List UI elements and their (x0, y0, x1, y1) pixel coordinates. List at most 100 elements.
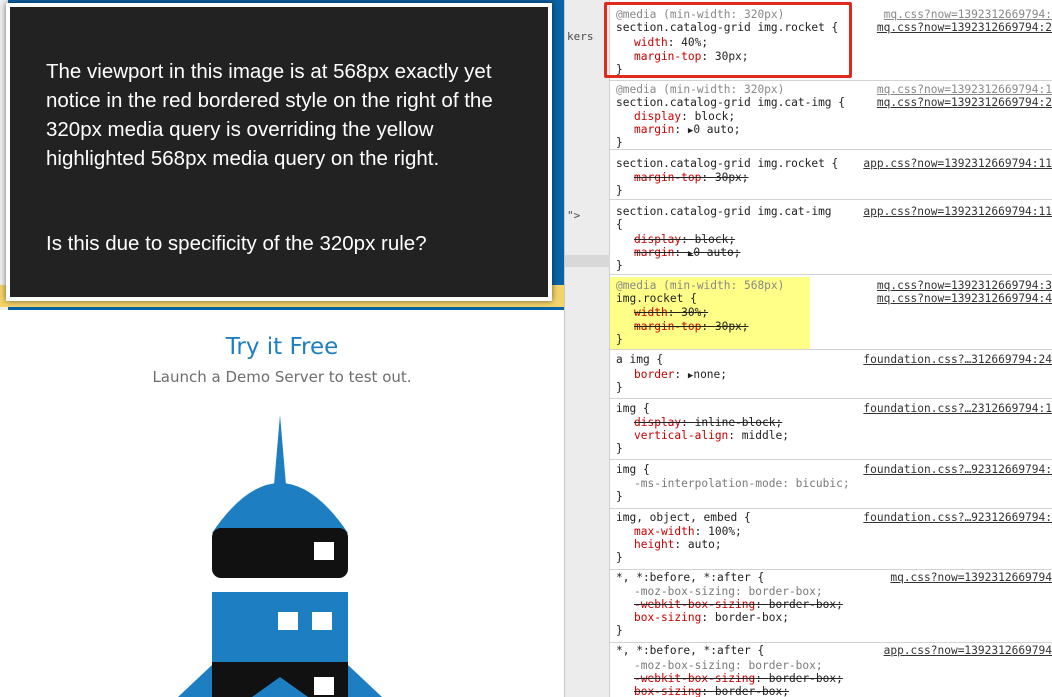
rule-selector[interactable]: section.catalog-grid img.cat-img (616, 205, 832, 218)
rule-source-link[interactable]: mq.css?now=1392312669794 (890, 571, 1052, 584)
property-name[interactable]: border (634, 368, 674, 381)
property-value[interactable]: auto; (688, 538, 722, 551)
css-rule-img: img { foundation.css?…2312669794:1 displ… (610, 399, 1052, 460)
property-name[interactable]: box-sizing (634, 611, 701, 624)
property-value[interactable]: 0 auto; (693, 123, 740, 136)
rule-source-link[interactable]: mq.css?now=1392312669794: (884, 8, 1052, 21)
rule-source-link[interactable]: foundation.css?…312669794:24 (863, 353, 1052, 366)
declaration-overridden[interactable]: -webkit-box-sizing: border-box; (634, 672, 843, 685)
property-value[interactable]: 30px; (715, 320, 749, 333)
rule-selector[interactable]: img { (616, 463, 650, 476)
media-query: @media (min-width: 320px) (616, 83, 785, 96)
property-name[interactable]: width (634, 306, 668, 319)
rocket-antenna (274, 415, 286, 485)
annotation-callout: The viewport in this image is at 568px e… (6, 3, 552, 301)
declaration[interactable]: display: block; (634, 110, 735, 123)
property-value[interactable]: inline-block; (695, 416, 783, 429)
property-name[interactable]: -webkit-box-sizing (634, 598, 755, 611)
rule-source-link[interactable]: mq.css?now=1392312669794:1 (877, 83, 1052, 96)
rocket-window (314, 542, 334, 560)
property-name[interactable]: -ms-interpolation-mode (634, 477, 782, 490)
property-name[interactable]: max-width (634, 525, 695, 538)
rule-source-link[interactable]: foundation.css?…92312669794: (863, 511, 1052, 524)
declaration[interactable]: vertical-align: middle; (634, 429, 789, 442)
property-name[interactable]: margin (634, 246, 674, 259)
css-rule-app-rocket: section.catalog-grid img.rocket { app.cs… (610, 150, 1052, 200)
rule-selector[interactable]: a img { (616, 353, 663, 366)
page-viewport: Try it Free Launch a Demo Server to test… (0, 0, 564, 697)
declaration-overridden[interactable]: margin-top: 30px; (634, 320, 749, 333)
rule-selector[interactable]: *, *:before, *:after { (616, 571, 764, 584)
rule-source-link[interactable]: foundation.css?…92312669794: (863, 463, 1052, 476)
property-value[interactable]: 100%; (708, 525, 742, 538)
declaration-overridden[interactable]: box-sizing: border-box; (634, 685, 789, 697)
pane-resize-handle[interactable] (565, 255, 611, 267)
declaration-unsupported[interactable]: -moz-box-sizing: border-box; (634, 659, 823, 672)
property-value[interactable]: middle; (742, 429, 789, 442)
property-value[interactable]: 0 auto; (693, 246, 740, 259)
property-value[interactable]: none; (693, 368, 727, 381)
red-annotation-box (604, 2, 852, 78)
property-name[interactable]: margin-top (634, 320, 701, 333)
rule-close: } (616, 490, 623, 503)
property-name[interactable]: display (634, 416, 681, 429)
property-name[interactable]: vertical-align (634, 429, 728, 442)
rule-source-link[interactable]: mq.css?now=1392312669794:2 (877, 96, 1052, 109)
declaration[interactable]: margin: ▶0 auto; (634, 123, 740, 138)
declaration[interactable]: border: ▶none; (634, 368, 727, 383)
property-name[interactable]: margin-top (634, 171, 701, 184)
declaration-unsupported[interactable]: -moz-box-sizing: border-box; (634, 585, 823, 598)
property-name[interactable]: margin (634, 123, 674, 136)
rule-selector[interactable]: section.catalog-grid img.rocket { (616, 157, 838, 170)
declaration-overridden[interactable]: display: inline-block; (634, 416, 782, 429)
property-value[interactable]: border-box; (749, 585, 823, 598)
property-value[interactable]: 30%; (681, 306, 708, 319)
property-value[interactable]: block; (695, 110, 735, 123)
rule-selector[interactable]: *, *:before, *:after { (616, 644, 764, 657)
css-rule-universal-mq: *, *:before, *:after { mq.css?now=139231… (610, 570, 1052, 643)
try-it-free-heading[interactable]: Try it Free (0, 334, 564, 360)
css-rule-app-cat-img: section.catalog-grid img.cat-img app.css… (610, 200, 1052, 275)
rule-selector[interactable]: img { (616, 402, 650, 415)
rule-close: } (616, 624, 623, 637)
property-value[interactable]: border-box; (715, 685, 789, 697)
rule-selector[interactable]: img, object, embed { (616, 511, 751, 524)
declaration[interactable]: max-width: 100%; (634, 525, 742, 538)
declaration[interactable]: height: auto; (634, 538, 722, 551)
rule-close: } (616, 184, 623, 197)
property-value[interactable]: border-box; (749, 659, 823, 672)
property-name[interactable]: display (634, 233, 681, 246)
property-name[interactable]: -moz-box-sizing (634, 585, 735, 598)
property-value[interactable]: 30px; (715, 171, 749, 184)
declaration-overridden[interactable]: -webkit-box-sizing: border-box; (634, 598, 843, 611)
property-value[interactable]: border-box; (769, 672, 843, 685)
property-name[interactable]: height (634, 538, 674, 551)
rule-source-link[interactable]: mq.css?now=1392312669794:4 (877, 292, 1052, 305)
property-name[interactable]: -moz-box-sizing (634, 659, 735, 672)
rule-selector[interactable]: img.rocket { (616, 292, 697, 305)
rule-source-link[interactable]: app.css?now=1392312669794:11 (863, 205, 1052, 218)
property-name[interactable]: -webkit-box-sizing (634, 672, 755, 685)
declaration-overridden[interactable]: margin-top: 30px; (634, 171, 749, 184)
declaration-unsupported[interactable]: -ms-interpolation-mode: bicubic; (634, 477, 850, 490)
rule-source-link[interactable]: mq.css?now=1392312669794:2 (877, 21, 1052, 34)
property-value[interactable]: bicubic; (796, 477, 850, 490)
property-name[interactable]: box-sizing (634, 685, 701, 697)
declaration-overridden[interactable]: width: 30%; (634, 306, 708, 319)
rule-source-link[interactable]: mq.css?now=1392312669794:3 (877, 279, 1052, 292)
declaration-overridden[interactable]: margin: ▶0 auto; (634, 246, 740, 261)
property-name[interactable]: display (634, 110, 681, 123)
rule-source-link[interactable]: app.css?now=1392312669794 (884, 644, 1052, 657)
rule-selector[interactable]: section.catalog-grid img.cat-img { (616, 96, 845, 109)
property-value[interactable]: border-box; (715, 611, 789, 624)
property-value[interactable]: block; (695, 233, 735, 246)
declaration[interactable]: box-sizing: border-box; (634, 611, 789, 624)
rule-source-link[interactable]: app.css?now=1392312669794:11 (863, 157, 1052, 170)
elements-fragment: kers (567, 30, 594, 43)
css-rule-568-rocket: @media (min-width: 568px) mq.css?now=139… (610, 275, 1052, 350)
rocket-window (278, 612, 298, 630)
rule-source-link[interactable]: foundation.css?…2312669794:1 (863, 402, 1052, 415)
property-value[interactable]: border-box; (769, 598, 843, 611)
declaration-overridden[interactable]: display: block; (634, 233, 735, 246)
rule-close: } (616, 333, 623, 346)
